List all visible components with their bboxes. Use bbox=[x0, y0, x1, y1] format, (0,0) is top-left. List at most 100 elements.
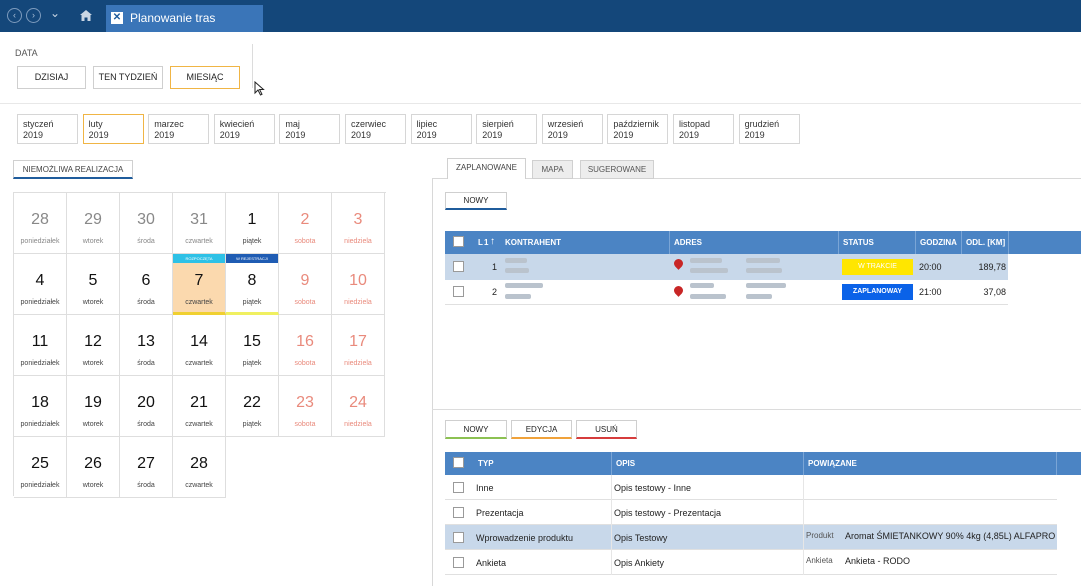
today-button[interactable]: DZISIAJ bbox=[17, 66, 86, 89]
route-time: 20:00 bbox=[919, 262, 942, 272]
col-status[interactable]: STATUS bbox=[843, 238, 874, 247]
day-number: 28 bbox=[31, 211, 49, 228]
calendar-day[interactable]: 19 wtorek bbox=[67, 376, 120, 437]
month-9[interactable]: październik 2019 bbox=[607, 114, 669, 144]
calendar-day[interactable]: 4 poniedziałek bbox=[14, 254, 67, 315]
calendar-day[interactable]: 12 wtorek bbox=[67, 315, 120, 376]
month-7[interactable]: sierpień 2019 bbox=[476, 114, 538, 144]
calendar-day[interactable]: 26 wtorek bbox=[67, 437, 120, 498]
calendar-day[interactable]: 28 czwartek bbox=[173, 437, 226, 498]
col-l[interactable]: L bbox=[478, 238, 483, 247]
col-odleglosc[interactable]: ODL. [KM] bbox=[966, 238, 1005, 247]
month-year: 2019 bbox=[482, 130, 503, 140]
calendar-day[interactable]: 28 poniedziałek bbox=[14, 193, 67, 254]
row-checkbox[interactable] bbox=[453, 557, 464, 568]
calendar-day[interactable]: 13 środa bbox=[120, 315, 173, 376]
col-kontrahent[interactable]: KONTRAHENT bbox=[505, 238, 561, 247]
calendar-day[interactable]: 17 niedziela bbox=[332, 315, 385, 376]
calendar-day[interactable]: 10 niedziela bbox=[332, 254, 385, 315]
col-powiazane[interactable]: POWIĄZANE bbox=[808, 459, 857, 468]
col-godzina[interactable]: GODZINA bbox=[920, 238, 957, 247]
home-icon[interactable] bbox=[79, 9, 93, 22]
calendar-day[interactable]: 16 sobota bbox=[279, 315, 332, 376]
calendar-day[interactable]: 8 piątek W REJESTRACJI bbox=[226, 254, 279, 315]
new-task-button[interactable]: NOWY bbox=[445, 420, 507, 439]
month-8[interactable]: wrzesień 2019 bbox=[541, 114, 603, 144]
tab-sugerowane[interactable]: SUGEROWANE bbox=[580, 160, 654, 179]
tab-planowanie[interactable]: ✕ Planowanie tras handlowców bbox=[106, 5, 263, 51]
day-name: niedziela bbox=[344, 360, 372, 367]
calendar-day[interactable]: 31 czwartek bbox=[173, 193, 226, 254]
chevron-down-icon[interactable]: ⌄ bbox=[50, 6, 60, 20]
col-typ[interactable]: TYP bbox=[478, 459, 494, 468]
close-icon[interactable]: ✕ bbox=[111, 12, 123, 24]
month-10[interactable]: listopad 2019 bbox=[673, 114, 734, 144]
day-number: 28 bbox=[190, 455, 208, 472]
day-number: 23 bbox=[296, 394, 314, 411]
day-number: 22 bbox=[243, 394, 261, 411]
month-5[interactable]: czerwiec 2019 bbox=[345, 114, 406, 144]
col-sort-number[interactable]: 1 bbox=[484, 238, 488, 247]
month-2[interactable]: marzec 2019 bbox=[148, 114, 210, 144]
table-row[interactable]: Inne Opis testowy - Inne bbox=[445, 475, 1057, 500]
calendar-day[interactable]: 30 środa bbox=[120, 193, 173, 254]
column-divider bbox=[611, 550, 612, 575]
col-opis[interactable]: OPIS bbox=[616, 459, 635, 468]
day-name: czwartek bbox=[185, 482, 213, 489]
calendar-day[interactable]: 7 czwartek ROZPOCZĘTA bbox=[173, 254, 226, 315]
month-3[interactable]: kwiecień 2019 bbox=[213, 114, 275, 144]
row-checkbox[interactable] bbox=[453, 286, 464, 297]
calendar-day[interactable]: 9 sobota bbox=[279, 254, 332, 315]
row-checkbox[interactable] bbox=[453, 261, 464, 272]
calendar-day[interactable]: 21 czwartek bbox=[173, 376, 226, 437]
calendar-day[interactable]: 11 poniedziałek bbox=[14, 315, 67, 376]
calendar-day[interactable]: 5 wtorek bbox=[67, 254, 120, 315]
calendar-day[interactable]: 29 wtorek bbox=[67, 193, 120, 254]
calendar-day[interactable]: 20 środa bbox=[120, 376, 173, 437]
month-6[interactable]: lipiec 2019 bbox=[410, 114, 472, 144]
sort-up-icon[interactable]: ↑ bbox=[490, 236, 495, 247]
calendar-day[interactable]: 22 piątek bbox=[226, 376, 279, 437]
tab-niemozliwa-realizacja[interactable]: NIEMOŻLIWA REALIZACJA bbox=[13, 160, 133, 179]
calendar-day[interactable]: 15 piątek bbox=[226, 315, 279, 376]
this-week-button[interactable]: TEN TYDZIEŃ bbox=[93, 66, 163, 89]
calendar-day[interactable]: 25 poniedziałek bbox=[14, 437, 67, 498]
calendar-day[interactable]: 27 środa bbox=[120, 437, 173, 498]
calendar-day[interactable]: 23 sobota bbox=[279, 376, 332, 437]
delete-task-button[interactable]: USUŃ bbox=[576, 420, 637, 439]
calendar-day[interactable]: 14 czwartek bbox=[173, 315, 226, 376]
calendar-day[interactable]: 6 środa bbox=[120, 254, 173, 315]
status-badge: W REJESTRACJI bbox=[226, 254, 278, 263]
calendar-day[interactable]: 2 sobota bbox=[279, 193, 332, 254]
col-adres[interactable]: ADRES bbox=[674, 238, 702, 247]
table-row[interactable]: Wprowadzenie produktu Opis Testowy Produkt… bbox=[445, 525, 1057, 550]
row-checkbox[interactable] bbox=[453, 482, 464, 493]
status-badge: W TRAKCIE bbox=[842, 259, 913, 275]
month-year: 2019 bbox=[23, 130, 44, 140]
back-icon[interactable]: ‹ bbox=[7, 8, 22, 23]
tab-mapa[interactable]: MAPA bbox=[532, 160, 573, 179]
month-11[interactable]: grudzień 2019 bbox=[738, 114, 800, 144]
month-year: 2019 bbox=[744, 130, 765, 140]
month-1[interactable]: luty 2019 bbox=[82, 114, 144, 144]
table-row[interactable]: Prezentacja Opis testowy - Prezentacja bbox=[445, 500, 1057, 525]
tab-zaplanowane[interactable]: ZAPLANOWANE bbox=[447, 158, 526, 179]
month-year: 2019 bbox=[613, 130, 634, 140]
new-route-button[interactable]: NOWY bbox=[445, 192, 507, 210]
edit-task-button[interactable]: EDYCJA bbox=[511, 420, 572, 439]
month-4[interactable]: maj 2019 bbox=[279, 114, 341, 144]
select-all-checkbox[interactable] bbox=[453, 236, 464, 247]
forward-icon[interactable]: › bbox=[26, 8, 41, 23]
calendar-day[interactable]: 1 piątek bbox=[226, 193, 279, 254]
month-year: 2019 bbox=[219, 130, 240, 140]
table-row[interactable]: Ankieta Opis Ankiety Ankieta Ankieta - RODO bbox=[445, 550, 1057, 575]
calendar-day[interactable]: 3 niedziela bbox=[332, 193, 385, 254]
day-name: piątek bbox=[242, 299, 262, 306]
calendar-day[interactable]: 18 poniedziałek bbox=[14, 376, 67, 437]
row-checkbox[interactable] bbox=[453, 532, 464, 543]
row-checkbox[interactable] bbox=[453, 507, 464, 518]
select-all-checkbox[interactable] bbox=[453, 457, 464, 468]
month-0[interactable]: styczeń 2019 bbox=[17, 114, 78, 144]
calendar-day[interactable]: 24 niedziela bbox=[332, 376, 385, 437]
month-button[interactable]: MIESIĄC bbox=[170, 66, 240, 89]
